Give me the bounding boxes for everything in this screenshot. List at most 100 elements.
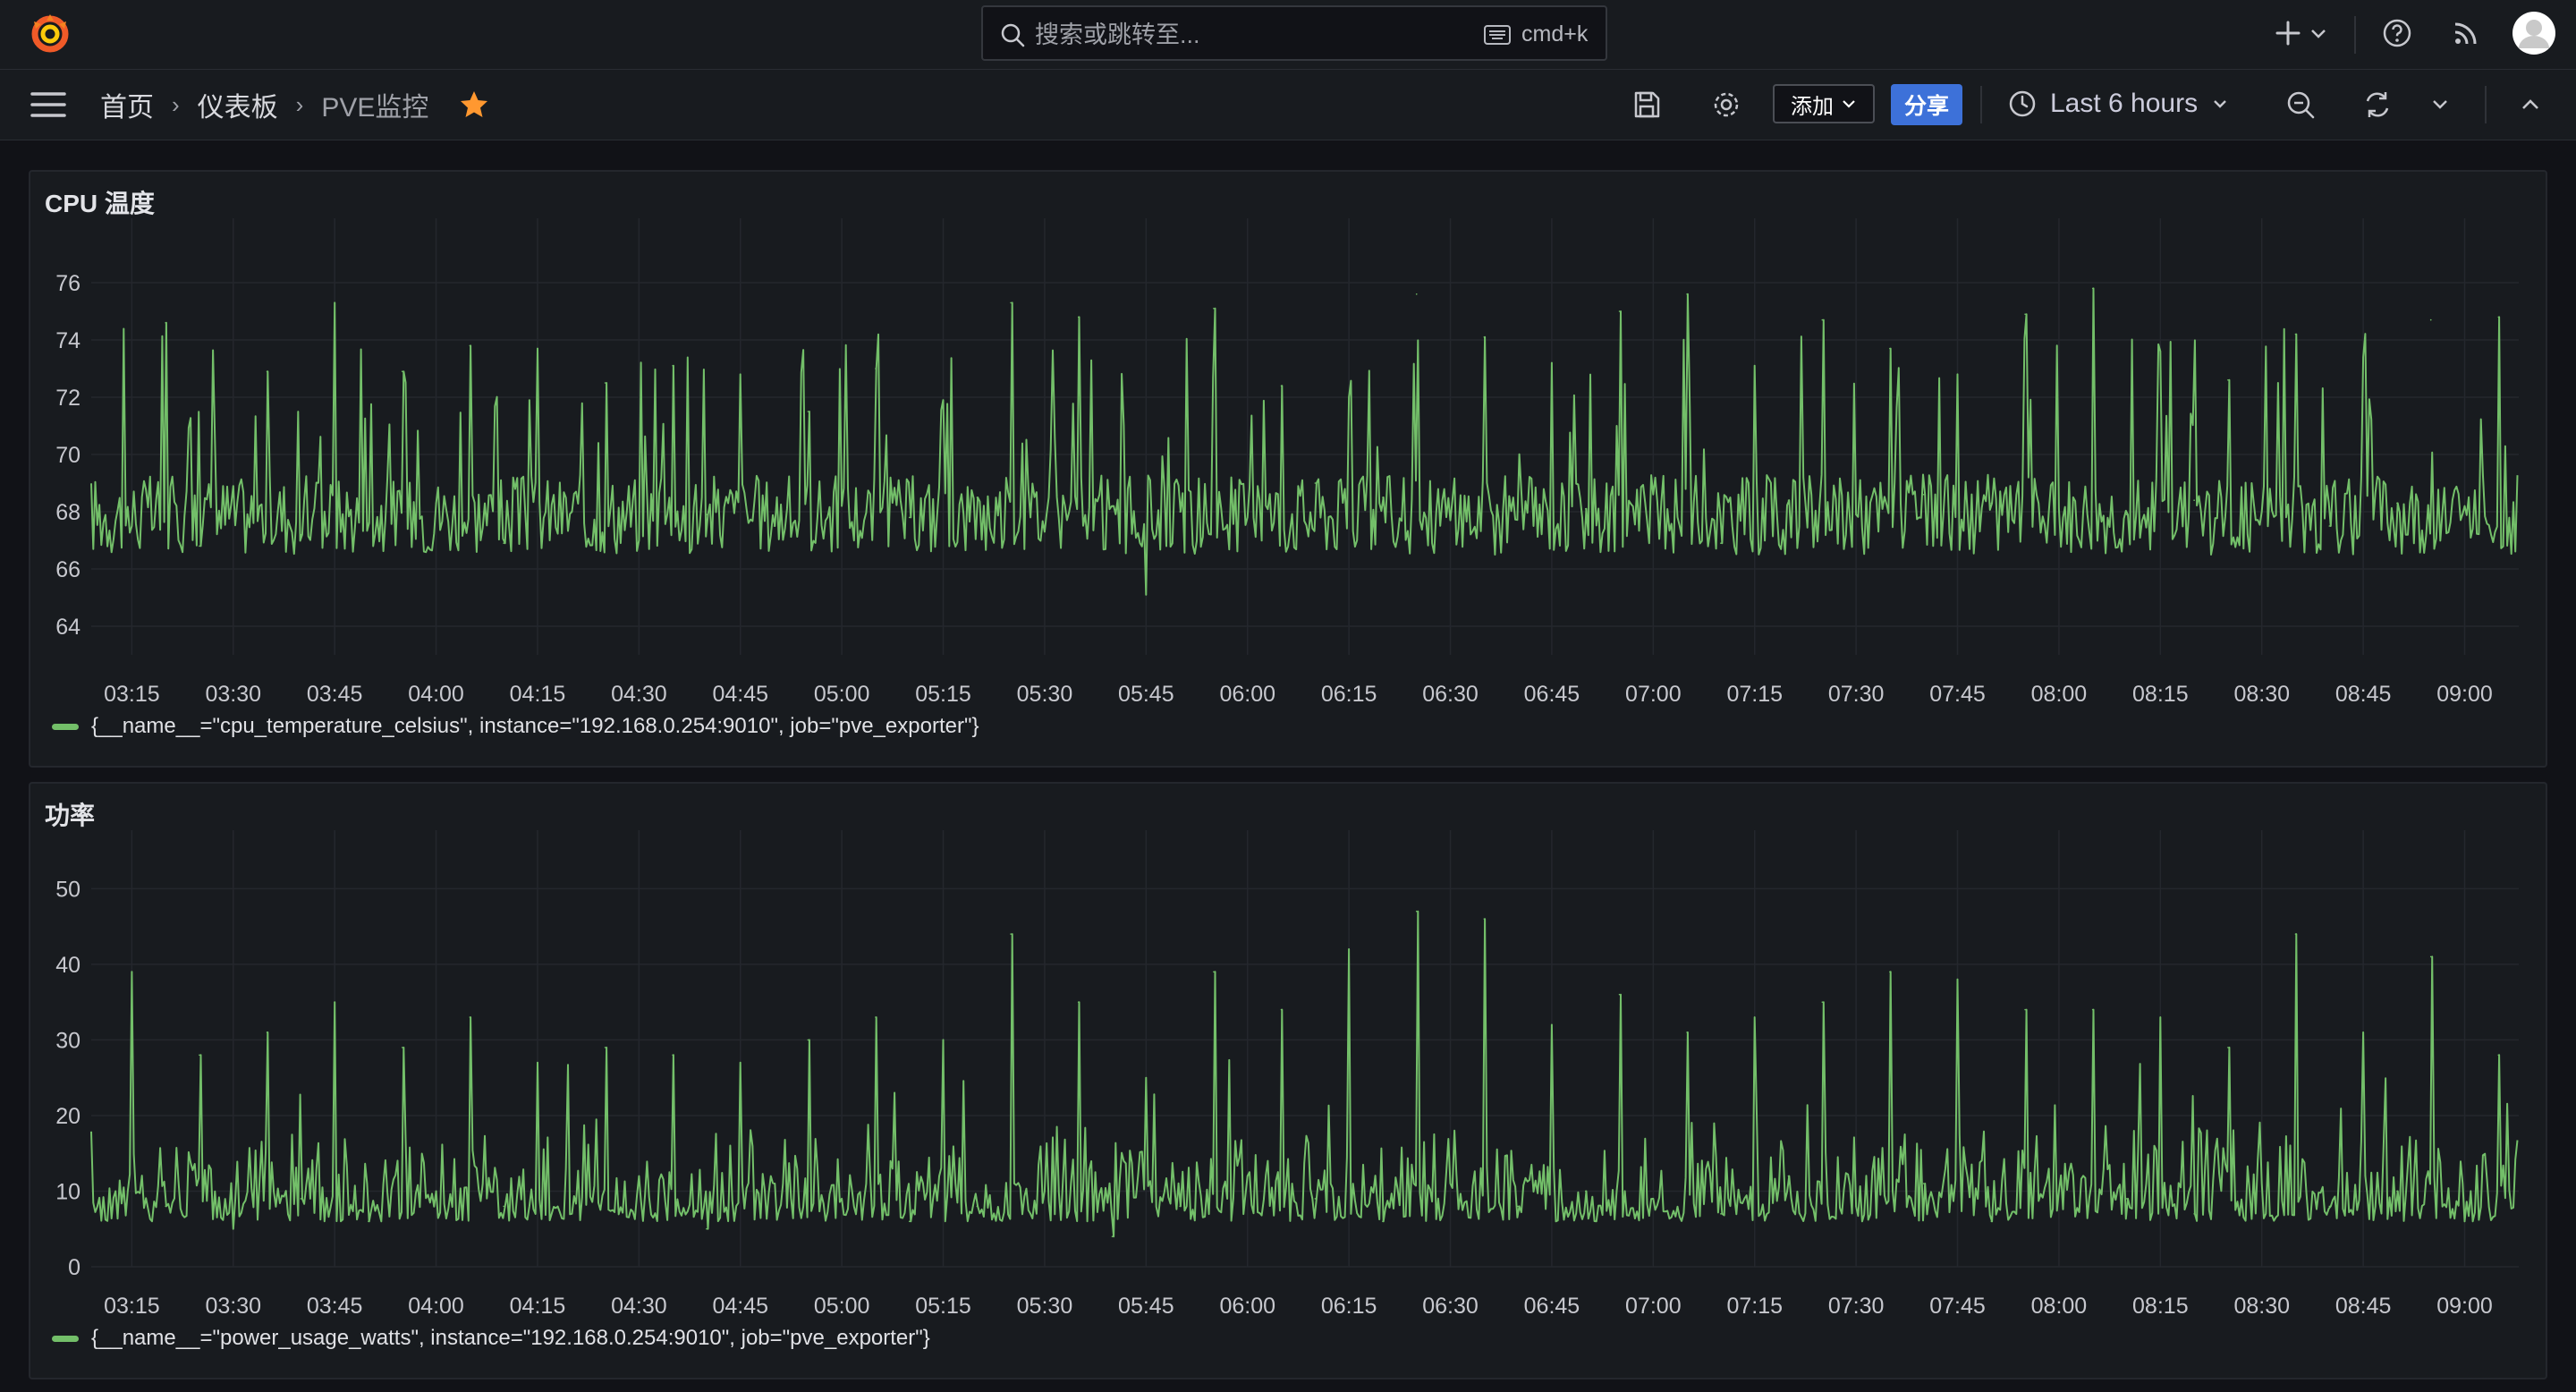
data-point [2294, 333, 2297, 335]
avatar[interactable] [2512, 11, 2556, 55]
x-tick-label: 06:15 [1321, 682, 1377, 707]
data-point [503, 542, 504, 544]
refresh-icon[interactable] [2361, 89, 2394, 121]
chevron-up-icon[interactable] [2519, 93, 2542, 116]
x-tick-label: 08:30 [2233, 1294, 2290, 1319]
dashboard-nav-bar: 首页 › 仪表板 › PVE监控 添加 分享 Last 6 hours [0, 70, 2576, 140]
data-point [2058, 1190, 2060, 1193]
series-line[interactable] [90, 910, 2519, 1238]
data-point [1990, 502, 1993, 505]
zoom-out-icon[interactable] [2284, 89, 2317, 121]
chevron-down-icon[interactable] [2429, 94, 2451, 115]
data-point [435, 1190, 437, 1193]
data-point [1246, 1175, 1249, 1177]
data-point [1720, 542, 1722, 544]
legend-label: {__name__="power_usage_watts", instance=… [91, 1326, 930, 1350]
gear-icon[interactable] [1710, 89, 1742, 121]
data-point [1584, 1190, 1587, 1193]
help-icon[interactable] [2381, 17, 2413, 49]
data-point [1010, 933, 1012, 935]
data-point [875, 1016, 877, 1018]
data-point [638, 1175, 640, 1177]
data-point [2328, 525, 2331, 527]
share-button-label: 分享 [1903, 94, 1949, 119]
time-range-picker[interactable]: Last 6 hours [2007, 82, 2230, 125]
data-point [2024, 1008, 2026, 1011]
grafana-logo[interactable] [27, 11, 73, 57]
star-icon[interactable] [459, 89, 489, 120]
data-point [131, 525, 133, 527]
x-tick-label: 08:00 [2031, 1294, 2088, 1319]
data-point [2091, 287, 2094, 290]
data-point [2328, 1205, 2331, 1208]
data-point [1179, 511, 1181, 513]
x-tick-label: 08:15 [2132, 1294, 2189, 1319]
data-point [1855, 514, 1857, 515]
x-tick-label: 04:30 [611, 682, 667, 707]
data-point [1922, 494, 1925, 496]
chevron-down-icon [2214, 100, 2226, 108]
legend-label: {__name__="cpu_temperature_celsius", ins… [91, 714, 979, 738]
menu-icon[interactable] [30, 89, 66, 120]
save-icon[interactable] [1631, 89, 1662, 120]
panel-cpu-temperature[interactable]: CPU 温度 64 66 68 70 72 74 76 03:15 03:30 03:45 04:0… [29, 170, 2547, 768]
chevron-right-icon: › [295, 90, 304, 118]
x-tick-label: 03:45 [307, 682, 363, 707]
data-point [1077, 1001, 1080, 1003]
breadcrumb-dashboards[interactable]: 仪表板 [198, 85, 278, 124]
search-box[interactable]: cmd+k [981, 5, 1607, 61]
series-line[interactable] [90, 287, 2519, 596]
data-point [1618, 993, 1621, 996]
x-tick-label: 05:45 [1118, 1294, 1174, 1319]
y-tick-label: 20 [55, 1104, 80, 1129]
data-point [2463, 505, 2466, 507]
data-point [1415, 910, 1418, 912]
data-point [401, 1047, 403, 1048]
data-point [1145, 1076, 1148, 1079]
data-point [942, 1039, 945, 1041]
data-point [1753, 1016, 1756, 1018]
data-point [1753, 365, 1756, 367]
search-icon [1001, 23, 1025, 47]
y-tick-label: 30 [55, 1028, 80, 1053]
data-point [2091, 1008, 2094, 1011]
plus-icon[interactable] [2272, 17, 2304, 49]
search-input[interactable] [1033, 14, 1466, 55]
chevron-down-icon[interactable] [2308, 22, 2329, 44]
data-point [1956, 978, 1959, 980]
x-tick-label: 09:00 [2436, 682, 2493, 707]
data-point [1551, 361, 1553, 364]
data-point [1314, 1198, 1317, 1200]
chart-legend[interactable]: {__name__="power_usage_watts", instance=… [52, 1326, 930, 1351]
y-tick-label: 72 [55, 386, 80, 411]
data-point [334, 1001, 335, 1003]
data-point [2159, 351, 2162, 352]
data-point [266, 370, 268, 372]
x-tick-label: 06:45 [1524, 1294, 1580, 1319]
add-button[interactable]: 添加 [1773, 84, 1875, 123]
x-tick-label: 07:15 [1726, 1294, 1783, 1319]
x-tick-label: 07:45 [1929, 682, 1986, 707]
chart-legend[interactable]: {__name__="cpu_temperature_celsius", ins… [52, 714, 979, 739]
data-point [165, 1205, 166, 1208]
data-point [2058, 508, 2060, 510]
data-point [537, 347, 538, 350]
rss-icon[interactable] [2451, 18, 2481, 48]
x-tick-label: 05:45 [1118, 682, 1174, 707]
data-point [1483, 336, 1486, 338]
data-point [334, 301, 335, 304]
data-point [368, 522, 369, 524]
x-tick-label: 08:45 [2335, 682, 2392, 707]
breadcrumb-home[interactable]: 首页 [100, 85, 154, 124]
data-point [2125, 1198, 2128, 1200]
share-button[interactable]: 分享 [1891, 84, 1962, 125]
y-tick-label: 70 [55, 443, 80, 468]
data-point [1922, 1183, 1925, 1184]
data-point [1382, 1220, 1384, 1223]
clock-icon [2009, 90, 2036, 117]
data-point [1077, 316, 1080, 318]
panel-power-usage[interactable]: 功率 0 10 20 30 40 50 03:15 03:30 03:45 04:00 04:15 0… [29, 782, 2547, 1379]
x-tick-label: 08:45 [2335, 1294, 2392, 1319]
data-point [1990, 1220, 1993, 1223]
data-point [2260, 1183, 2263, 1184]
